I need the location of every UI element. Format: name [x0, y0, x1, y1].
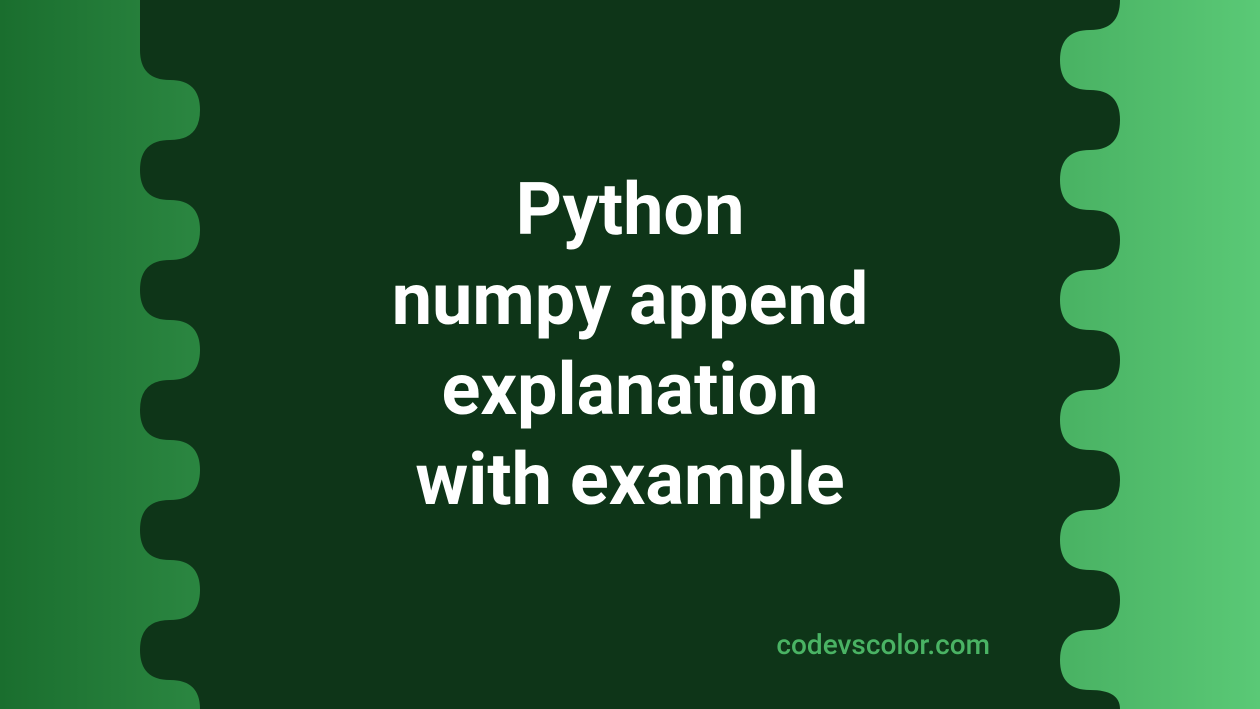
- watermark-text: codevscolor.com: [776, 628, 990, 661]
- title-line-1: Python: [392, 165, 869, 255]
- title-line-4: with example: [392, 435, 869, 525]
- content-wrapper: Python numpy append explanation with exa…: [0, 0, 1260, 709]
- page-title: Python numpy append explanation with exa…: [392, 165, 869, 525]
- title-line-3: explanation: [392, 345, 869, 435]
- title-line-2: numpy append: [392, 255, 869, 345]
